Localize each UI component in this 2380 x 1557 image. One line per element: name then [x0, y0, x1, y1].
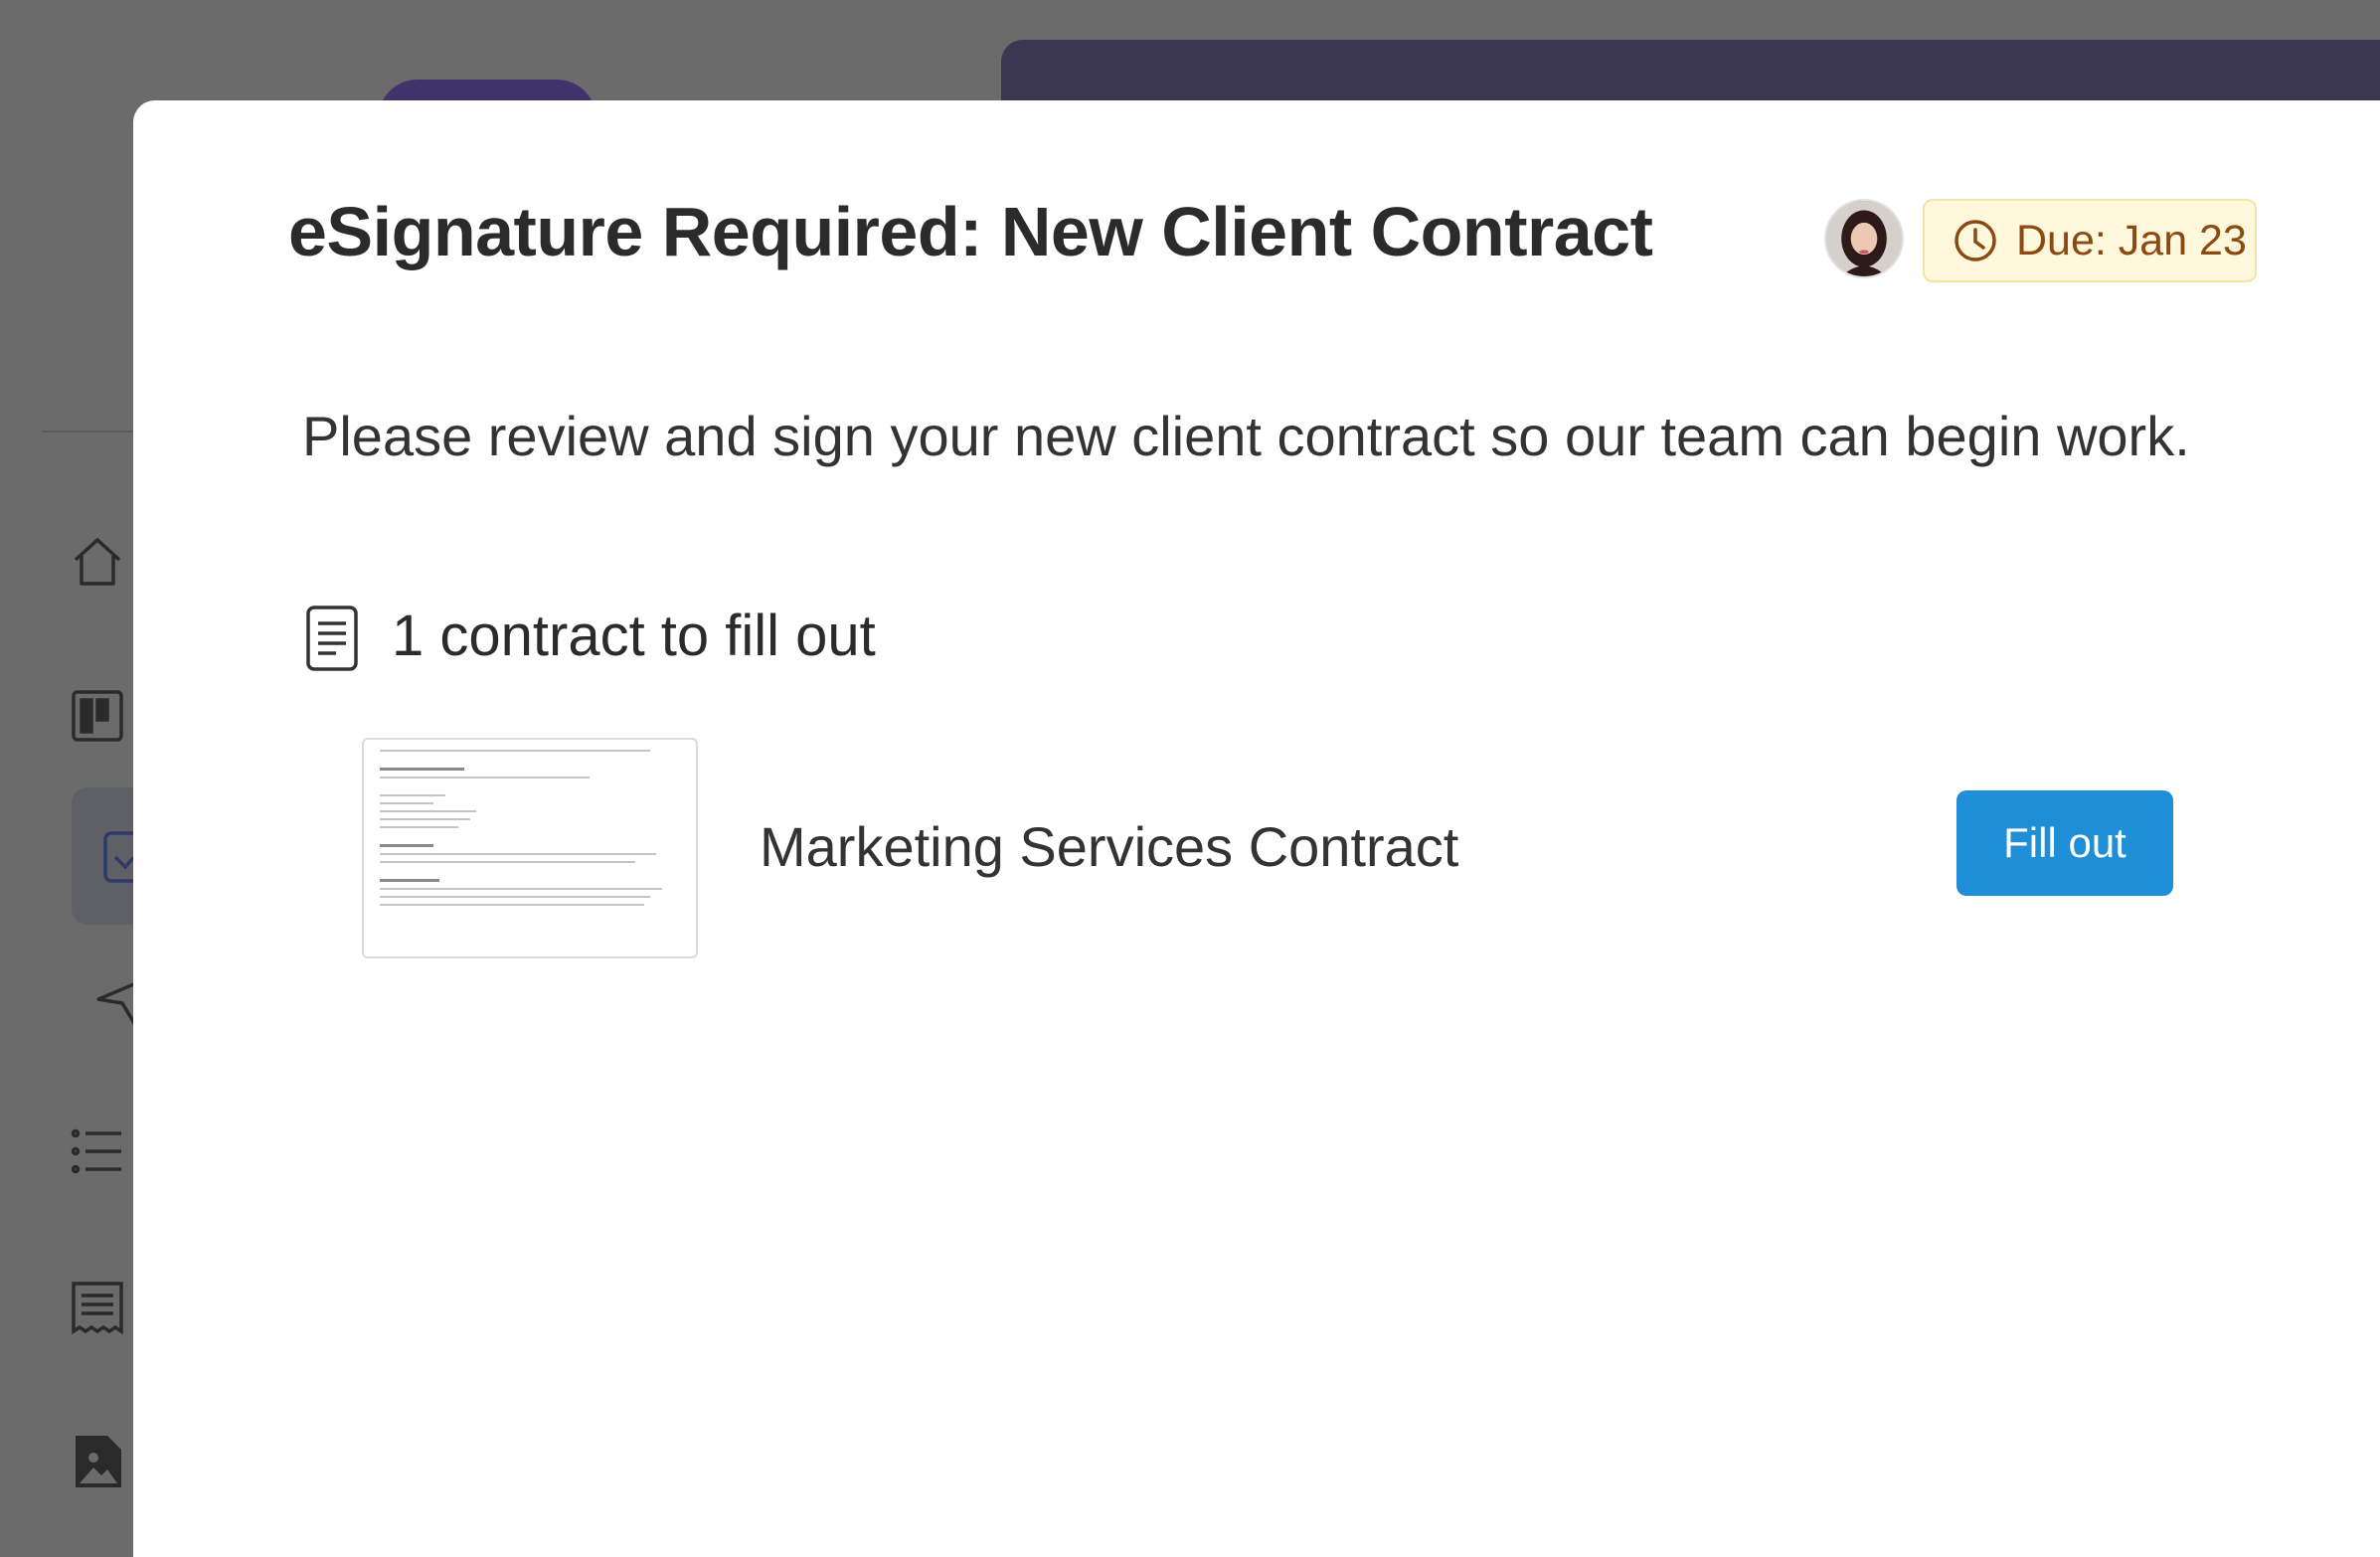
list-icon[interactable] [68, 1122, 127, 1181]
esignature-modal: eSignature Required: New Client Contract… [133, 100, 2380, 1557]
contract-name: Marketing Services Contract [760, 815, 1459, 878]
clock-icon [1955, 220, 1996, 261]
document-icon [304, 604, 360, 673]
modal-title: eSignature Required: New Client Contract [288, 193, 1653, 270]
sidebar-divider [42, 431, 141, 432]
receipt-icon[interactable] [68, 1278, 127, 1337]
section-heading: 1 contract to fill out [392, 604, 876, 668]
modal-description: Please review and sign your new client c… [302, 405, 2190, 467]
image-file-icon[interactable] [68, 1432, 127, 1491]
due-date-label: Due: Jan 23 [2016, 216, 2247, 264]
fill-out-button[interactable]: Fill out [1956, 790, 2173, 896]
avatar[interactable] [1824, 199, 1904, 278]
due-date-badge: Due: Jan 23 [1923, 199, 2257, 282]
board-icon[interactable] [68, 686, 127, 746]
home-icon[interactable] [68, 532, 127, 592]
contract-thumbnail[interactable] [362, 738, 698, 958]
